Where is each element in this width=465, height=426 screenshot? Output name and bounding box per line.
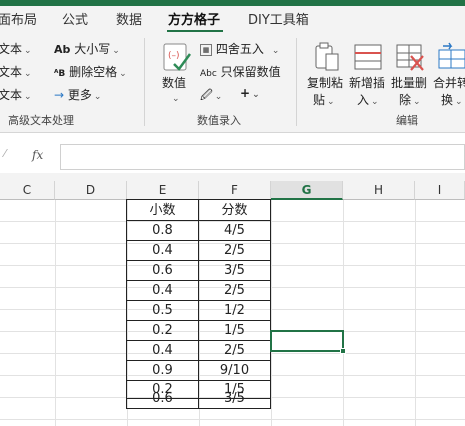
arrow-right-icon: → <box>54 88 65 102</box>
cell-decimal[interactable]: 0.8 <box>127 220 198 241</box>
gridline <box>343 200 344 426</box>
cell-fraction[interactable]: 4/5 <box>199 220 270 241</box>
cell-fraction[interactable]: 3/5 <box>199 260 270 281</box>
cell-fraction[interactable]: 9/10 <box>199 360 270 381</box>
formula-bar-divider-icon: ⁄ <box>4 147 6 160</box>
round-icon: ▦ <box>200 43 212 56</box>
column-header-f[interactable]: F <box>199 181 271 200</box>
column-header-g[interactable]: G <box>271 181 343 200</box>
text-menu-2[interactable]: 文本 ⌄ <box>0 63 32 80</box>
batch-delete-button[interactable]: 批量删 除 ⌄ <box>391 74 427 108</box>
ribbon-separator <box>296 38 297 126</box>
case-icon: Ab <box>54 43 71 56</box>
cell-fraction[interactable]: 2/5 <box>199 240 270 261</box>
tab-diy-toolbox[interactable]: DIY工具箱 <box>248 9 309 28</box>
column-header-i[interactable]: I <box>415 181 465 200</box>
fx-icon[interactable]: fx <box>32 148 43 162</box>
more-button[interactable]: → 更多 ⌄ <box>54 86 101 103</box>
cell-decimal[interactable]: 0.9 <box>127 360 198 381</box>
abc-icon: Abc <box>200 69 217 79</box>
value-icon: (–) <box>163 43 192 71</box>
case-button[interactable]: Ab 大小写 ⌄ <box>54 40 120 57</box>
number-format-button[interactable]: 🖉 ⌄ <box>200 86 222 107</box>
plus-icon: + <box>240 86 251 100</box>
copy-paste-button[interactable]: 复制粘 贴 ⌄ <box>307 74 343 108</box>
gridline <box>415 200 416 426</box>
text-menu-1[interactable]: 文本 ⌄ <box>0 40 32 57</box>
cell-fraction[interactable]: 2/5 <box>199 340 270 361</box>
tab-page-layout[interactable]: 面布局 <box>0 9 37 28</box>
keep-value-button[interactable]: Abc 只保留数值 <box>200 63 281 80</box>
gridline <box>0 419 465 420</box>
value-dropdown-chevron[interactable]: ⌄ <box>170 90 180 104</box>
gridline <box>271 200 272 426</box>
merge-convert-icon <box>438 42 465 69</box>
group-label-numeric-entry: 数值录入 <box>197 114 241 127</box>
merge-convert-button[interactable]: 合并转 换 ⌄ <box>433 74 465 108</box>
delete-space-button[interactable]: ᴬB 删除空格 ⌄ <box>54 63 127 80</box>
ribbon-separator <box>144 38 145 126</box>
cell-decimal[interactable]: 0.4 <box>127 340 198 361</box>
svg-text:(–): (–) <box>168 51 180 61</box>
cell-decimal[interactable]: 0.4 <box>127 280 198 301</box>
cell-decimal[interactable]: 0.4 <box>127 240 198 261</box>
group-label-text-processing: 高级文本处理 <box>8 114 74 127</box>
header-fraction[interactable]: 分数 <box>199 200 270 221</box>
active-cell-selection[interactable] <box>270 330 344 352</box>
add-button[interactable]: + ⌄ <box>240 86 260 100</box>
column-header-d[interactable]: D <box>55 181 127 200</box>
formula-bar-gap <box>0 173 465 181</box>
gridline <box>55 200 56 426</box>
fill-handle[interactable] <box>340 348 346 354</box>
tab-fangfanggezi[interactable]: 方方格子 <box>168 9 220 28</box>
tab-data[interactable]: 数据 <box>116 9 142 28</box>
round-button[interactable]: ▦ 四舍五入 ⌄ <box>200 40 279 57</box>
cell-decimal[interactable]: 0.5 <box>127 300 198 321</box>
ribbon-tabs: 面布局 公式 数据 方方格子 DIY工具箱 <box>0 6 465 33</box>
cell-fraction[interactable]: 2/5 <box>199 280 270 301</box>
cell-decimal[interactable]: 0.6 <box>127 388 198 409</box>
text-menu-3[interactable]: 文本 ⌄ <box>0 86 32 103</box>
cell-decimal[interactable]: 0.6 <box>127 260 198 281</box>
value-button[interactable]: 数值 <box>162 74 186 91</box>
insert-icon <box>354 44 382 70</box>
batch-delete-icon <box>396 44 424 71</box>
copy-paste-icon <box>315 42 339 71</box>
cell-fraction[interactable]: 1/2 <box>199 300 270 321</box>
group-label-edit: 编辑 <box>396 114 418 127</box>
formula-input[interactable] <box>60 144 465 170</box>
column-header-e[interactable]: E <box>127 181 199 200</box>
cell-fraction[interactable]: 3/5 <box>199 388 270 409</box>
column-header-h[interactable]: H <box>343 181 415 200</box>
header-decimal[interactable]: 小数 <box>127 200 198 221</box>
column-header-c[interactable]: C <box>0 181 55 200</box>
edit-format-icon: 🖉 <box>200 88 213 102</box>
ribbon: 文本 ⌄ 文本 ⌄ 文本 ⌄ Ab 大小写 ⌄ ᴬB 删除空格 ⌄ → 更多 ⌄ 高级文本处… <box>0 32 465 133</box>
cell-decimal[interactable]: 0.2 <box>127 320 198 341</box>
cell-fraction[interactable]: 1/5 <box>199 320 270 341</box>
insert-button[interactable]: 新增插 入 ⌄ <box>349 74 385 108</box>
delete-space-icon: ᴬB <box>54 69 66 79</box>
tab-formulas[interactable]: 公式 <box>62 9 88 28</box>
